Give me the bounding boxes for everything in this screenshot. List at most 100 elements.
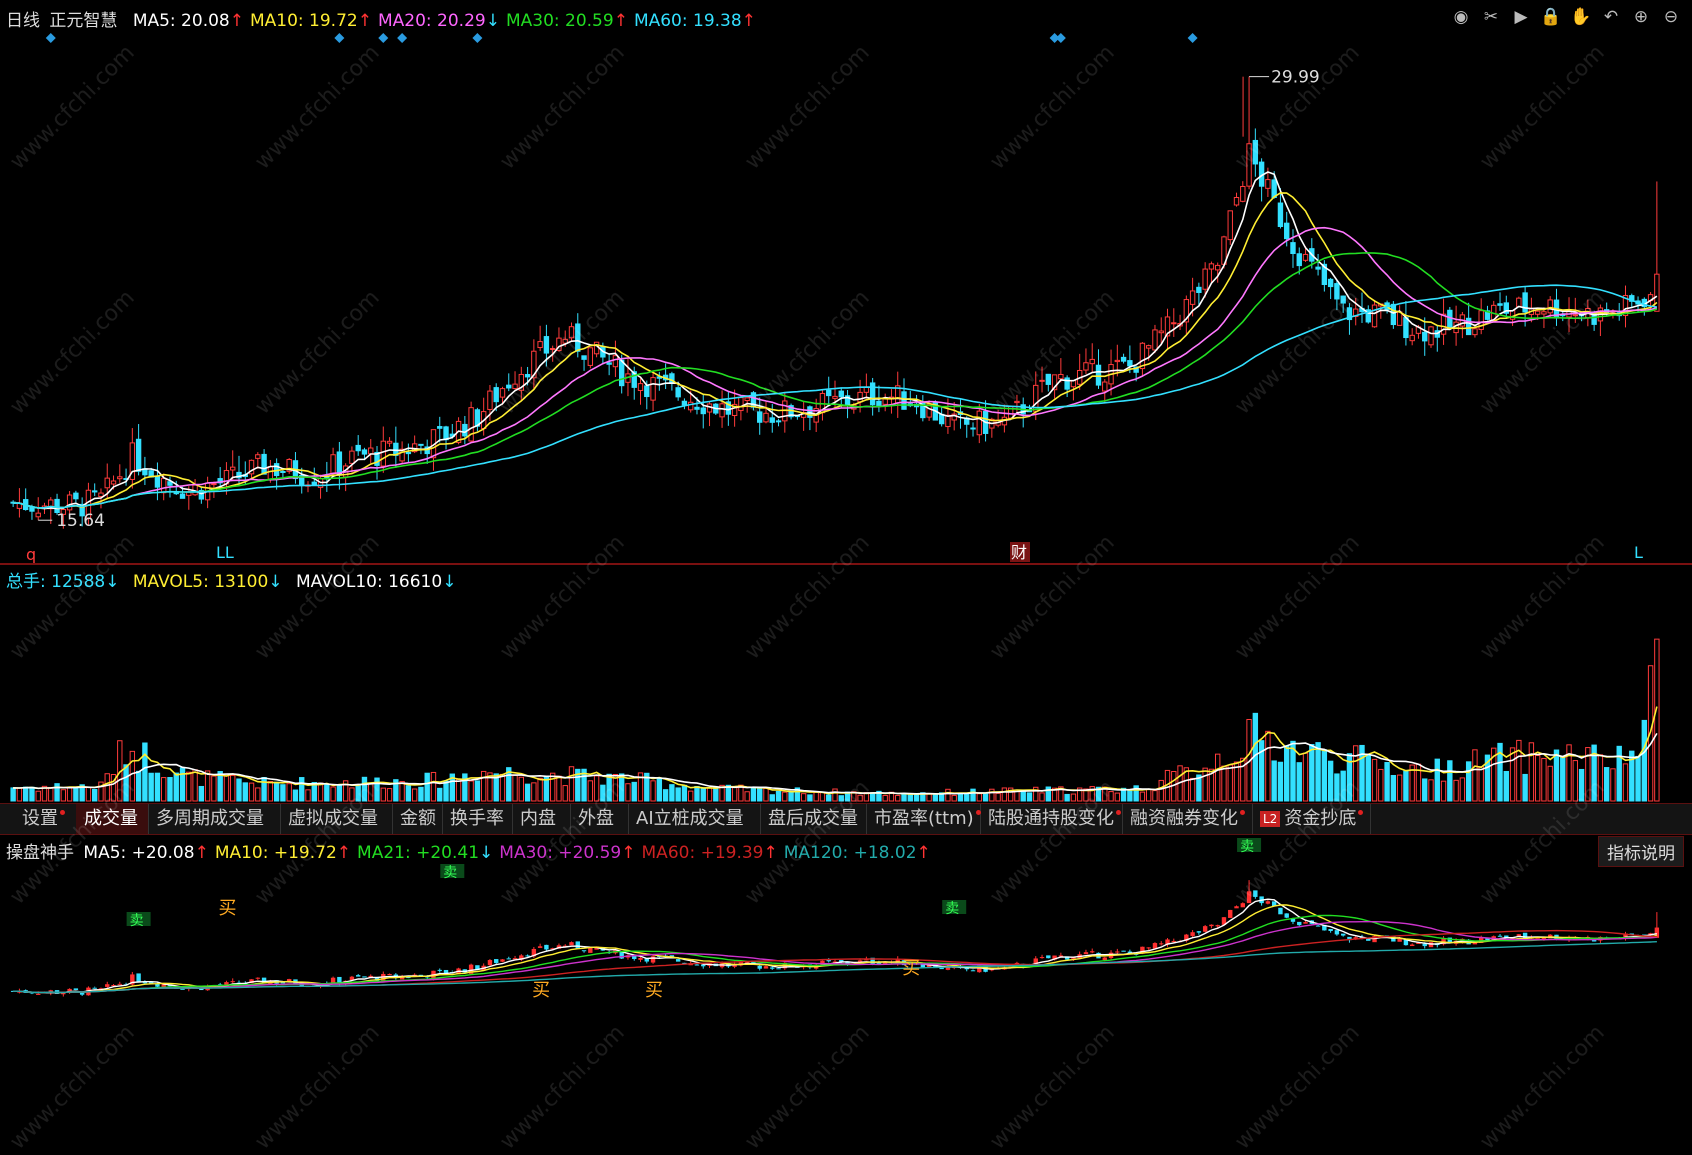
tab-5[interactable]: 换手率 xyxy=(442,804,513,834)
volume-bar xyxy=(437,787,443,802)
candle-body xyxy=(1208,263,1215,270)
volume-bar xyxy=(198,785,205,802)
candle-body xyxy=(267,466,274,481)
volume-bar xyxy=(1578,768,1585,802)
candle-body xyxy=(775,420,782,423)
ind-body xyxy=(355,975,361,977)
volume-bar xyxy=(713,786,719,802)
tab-6[interactable]: 内盘 xyxy=(512,804,571,834)
volume-panel[interactable]: 总手: 12588↓ MAVOL5: 13100↓ MAVOL10: 16610… xyxy=(0,565,1692,803)
volume-bar xyxy=(85,786,92,802)
indicator-panel[interactable]: 操盘神手 MA5: +20.08↑ MA10: +19.72↑ MA21: +20.… xyxy=(0,834,1692,1014)
tab-label: 外盘 xyxy=(578,808,614,829)
volume-bar xyxy=(1503,770,1509,802)
tab-11[interactable]: 陆股通持股变化 xyxy=(980,804,1123,834)
volume-bar xyxy=(66,787,73,802)
candle-body xyxy=(1215,264,1221,271)
hand-icon[interactable]: ✋ xyxy=(1570,6,1592,28)
volume-bar xyxy=(1396,774,1403,802)
volume-chart[interactable] xyxy=(0,565,1692,803)
volume-bar xyxy=(336,785,343,802)
candle-body xyxy=(543,336,550,354)
volume-bar xyxy=(35,790,41,802)
volume-bar xyxy=(1472,749,1478,802)
volume-bar xyxy=(989,788,995,802)
signal-diamond xyxy=(1187,33,1198,43)
zoom-out-icon[interactable]: ⊖ xyxy=(1660,6,1682,28)
volume-bar xyxy=(1434,758,1440,802)
volume-bar xyxy=(10,787,16,802)
lock-icon[interactable]: 🔒 xyxy=(1540,6,1562,28)
candle-body xyxy=(405,451,412,455)
tab-10[interactable]: 市盈率(ttm) xyxy=(866,804,981,834)
volume-bar xyxy=(399,781,405,802)
volume-bar xyxy=(706,787,713,802)
indicator-legend-item-4: MA60: +19.39↑ xyxy=(641,843,778,863)
indicator-legend-item-1: MA10: +19.72↑ xyxy=(214,843,352,863)
candle-body xyxy=(1196,286,1202,293)
watermark: www.cfchi.com xyxy=(5,1020,140,1155)
tab-12[interactable]: 融资融券变化 xyxy=(1122,804,1253,834)
tab-7[interactable]: 外盘 xyxy=(570,804,629,834)
ind-body xyxy=(1284,913,1289,918)
undo-icon[interactable]: ↶ xyxy=(1600,6,1622,28)
eye-icon[interactable]: ◉ xyxy=(1450,6,1472,28)
ind-ma10-line xyxy=(13,904,1658,994)
tab-9[interactable]: 盘后成交量 xyxy=(760,804,867,834)
candlestick-panel[interactable]: 日线 正元智慧 MA5: 20.08↑ MA10: 19.72↑ MA20: 20.… xyxy=(0,0,1692,565)
watermark: www.cfchi.com xyxy=(740,1020,875,1155)
volume-bar xyxy=(1114,792,1121,802)
volume-bar xyxy=(1284,745,1290,802)
candle-body xyxy=(104,477,110,489)
zoom-in-icon[interactable]: ⊕ xyxy=(1630,6,1652,28)
ind-body xyxy=(757,965,762,969)
ind-body xyxy=(581,950,587,952)
candle-body xyxy=(110,480,117,485)
tab-3[interactable]: 虚拟成交量 xyxy=(280,804,393,834)
ind-body xyxy=(105,984,110,987)
tab-8[interactable]: AI立桩成交量 xyxy=(628,804,761,834)
ma-legend: MA5: 20.08↑ MA10: 19.72↑ MA20: 20.29↓ MA30:… xyxy=(133,11,762,31)
candle-body xyxy=(1290,242,1296,255)
scissors-icon[interactable]: ✂ xyxy=(1480,6,1502,28)
volume-bar xyxy=(650,780,656,802)
volume-bar xyxy=(800,793,807,802)
volume-bar xyxy=(1622,763,1629,802)
ind-body xyxy=(1240,903,1245,908)
candle-body xyxy=(1428,326,1434,346)
candle-body xyxy=(1472,328,1478,336)
ind-body xyxy=(694,964,700,966)
volume-bar xyxy=(964,793,970,802)
candle-body xyxy=(575,323,581,352)
tab-1[interactable]: 成交量 xyxy=(76,804,149,834)
candle-body xyxy=(1277,202,1284,227)
volume-bar xyxy=(1509,747,1516,802)
candle-body xyxy=(1284,222,1290,240)
candle-body xyxy=(769,417,775,423)
ind-body xyxy=(1234,906,1239,909)
candle-body xyxy=(35,512,41,518)
tab-2[interactable]: 多周期成交量 xyxy=(148,804,281,834)
volume-bar xyxy=(1296,762,1302,802)
ind-body xyxy=(1334,930,1340,935)
volume-bar xyxy=(1189,777,1196,802)
volume-bar xyxy=(135,770,142,802)
volume-bar xyxy=(129,750,136,802)
price-chart[interactable]: 29.99 15.64 q LL 财 L xyxy=(0,0,1692,563)
play-icon[interactable]: ▶ xyxy=(1510,6,1532,28)
tab-0[interactable]: 设置 xyxy=(14,804,77,834)
ind-body xyxy=(1315,925,1321,927)
volume-bar xyxy=(600,784,606,802)
candle-body xyxy=(1014,400,1020,404)
volume-bar xyxy=(857,794,863,802)
volume-bar xyxy=(267,781,274,802)
ind-body xyxy=(763,966,769,969)
ind-body xyxy=(255,977,261,979)
tab-13[interactable]: L2 资金抄底 xyxy=(1252,804,1371,834)
sell-label: 卖 xyxy=(945,901,959,917)
volume-bar xyxy=(355,784,361,802)
tab-4[interactable]: 金额 xyxy=(392,804,443,834)
ind-body xyxy=(537,946,543,948)
volume-bar xyxy=(1145,788,1152,802)
ind-body xyxy=(500,959,505,962)
